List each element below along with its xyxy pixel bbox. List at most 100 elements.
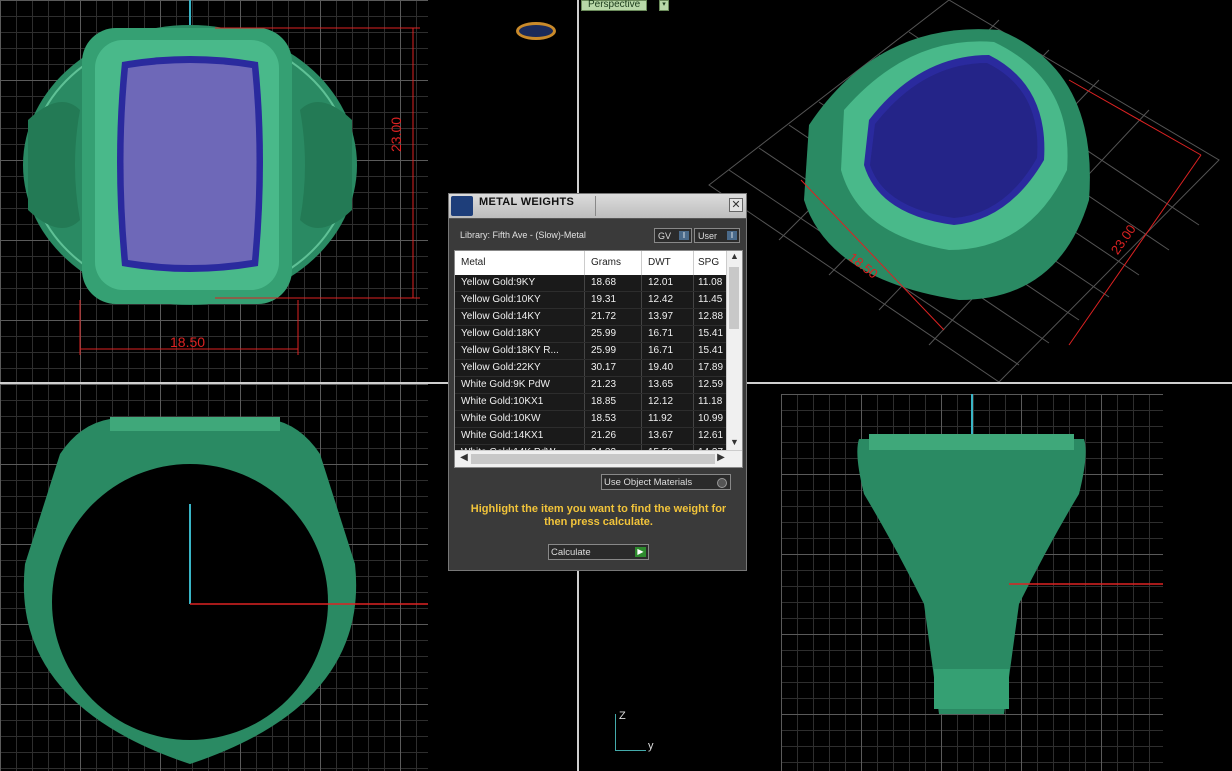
axis-z-label: Z	[619, 710, 626, 722]
table-row[interactable]: Yellow Gold:18KY R... 25.99 16.71 15.41	[455, 343, 727, 360]
table-row[interactable]: Yellow Gold:22KY 30.17 19.40 17.89	[455, 360, 727, 377]
cell-grams: 21.72	[591, 311, 617, 322]
vertical-scroll-thumb[interactable]	[729, 267, 739, 329]
titlebar-divider	[595, 196, 596, 216]
cell-divider	[693, 326, 694, 342]
cell-divider	[641, 343, 642, 359]
calculate-button[interactable]: Calculate ▶	[548, 544, 649, 560]
column-header-dwt[interactable]: DWT	[648, 257, 671, 268]
cell-spg: 17.89	[698, 362, 724, 373]
cell-divider	[641, 309, 642, 325]
gv-toggle[interactable]: GV I	[654, 228, 692, 243]
cell-spg: 11.18	[698, 396, 723, 407]
cell-divider	[584, 377, 585, 393]
horizontal-scroll-thumb[interactable]	[471, 454, 715, 464]
cell-divider	[584, 394, 585, 410]
cell-divider	[693, 377, 694, 393]
viewport-label-perspective[interactable]: Perspective	[581, 0, 648, 11]
cell-spg: 10.99	[698, 413, 724, 424]
cell-metal: Yellow Gold:14KY	[461, 311, 541, 322]
table-row[interactable]: Yellow Gold:18KY 25.99 16.71 15.41	[455, 326, 727, 343]
cell-grams: 30.17	[591, 362, 617, 373]
axis-y-label: y	[648, 740, 654, 752]
cell-spg: 12.61	[698, 430, 724, 441]
cell-dwt: 12.42	[648, 294, 674, 305]
table-row[interactable]: White Gold:10KW 18.53 11.92 10.99	[455, 411, 727, 428]
cell-divider	[641, 411, 642, 427]
cell-dwt: 13.65	[648, 379, 674, 390]
cell-metal: Yellow Gold:22KY	[461, 362, 541, 373]
library-label: Library: Fifth Ave - (Slow)-Metal	[460, 230, 586, 240]
instruction-text: Highlight the item you want to find the …	[470, 503, 727, 528]
cell-metal: Yellow Gold:10KY	[461, 294, 541, 305]
cell-spg: 11.08	[698, 277, 723, 288]
user-toggle-icon: I	[727, 231, 737, 240]
viewport-menu-chevron-icon[interactable]: ▾	[659, 0, 669, 11]
user-toggle[interactable]: User I	[694, 228, 740, 243]
column-header-spg[interactable]: SPG	[698, 257, 719, 268]
cell-spg: 12.59	[698, 379, 724, 390]
cell-dwt: 16.71	[648, 328, 674, 339]
cell-divider	[641, 292, 642, 308]
cell-grams: 21.26	[591, 430, 617, 441]
scroll-down-icon[interactable]: ▼	[727, 437, 742, 451]
dialog-titlebar[interactable]: METAL WEIGHTS ✕	[449, 194, 746, 219]
cell-divider	[693, 292, 694, 308]
cell-metal: Yellow Gold:9KY	[461, 277, 536, 288]
dialog-title: METAL WEIGHTS	[479, 196, 575, 208]
column-divider	[584, 251, 585, 275]
cell-grams: 19.31	[591, 294, 617, 305]
cell-divider	[584, 360, 585, 376]
cell-grams: 25.99	[591, 345, 617, 356]
scroll-up-icon[interactable]: ▲	[727, 251, 742, 265]
cell-spg: 15.41	[698, 345, 724, 356]
cell-dwt: 19.40	[648, 362, 674, 373]
ring-front-render	[23, 0, 420, 355]
gv-toggle-icon: I	[679, 231, 689, 240]
cell-grams: 21.23	[591, 379, 617, 390]
cell-divider	[584, 428, 585, 444]
cell-divider	[693, 394, 694, 410]
radio-icon[interactable]	[717, 478, 727, 488]
table-row[interactable]: White Gold:10KX1 18.85 12.12 11.18	[455, 394, 727, 411]
user-toggle-label: User	[698, 231, 718, 241]
cell-divider	[641, 377, 642, 393]
close-icon[interactable]: ✕	[729, 198, 743, 212]
scroll-left-icon[interactable]: ◀	[457, 452, 471, 466]
viewport-side[interactable]	[0, 384, 428, 771]
play-icon: ▶	[635, 547, 646, 557]
ring-logo-icon[interactable]	[516, 22, 556, 40]
table-row[interactable]: White Gold:9K PdW 21.23 13.65 12.59	[455, 377, 727, 394]
cell-divider	[693, 360, 694, 376]
table-row[interactable]: Yellow Gold:14KY 21.72 13.97 12.88	[455, 309, 727, 326]
dialog-app-icon	[451, 196, 473, 216]
metal-table[interactable]: Metal Grams DWT SPG Yellow Gold:9KY 18.68…	[454, 250, 743, 468]
cell-spg: 12.88	[698, 311, 724, 322]
vertical-scrollbar[interactable]: ▲ ▼	[726, 251, 742, 451]
horizontal-scrollbar[interactable]: ◀ ▶	[455, 450, 742, 467]
column-header-metal[interactable]: Metal	[461, 257, 485, 268]
table-row[interactable]: Yellow Gold:9KY 18.68 12.01 11.08	[455, 275, 727, 292]
cell-divider	[641, 275, 642, 291]
cell-grams: 18.85	[591, 396, 617, 407]
cell-divider	[584, 326, 585, 342]
use-object-materials-option[interactable]: Use Object Materials	[601, 474, 731, 490]
cell-divider	[641, 428, 642, 444]
table-rows: Yellow Gold:9KY 18.68 12.01 11.08 Yellow Go…	[455, 275, 727, 462]
cell-dwt: 12.01	[648, 277, 674, 288]
gv-toggle-label: GV	[658, 231, 672, 241]
cell-dwt: 16.71	[648, 345, 674, 356]
column-header-grams[interactable]: Grams	[591, 257, 621, 268]
cell-dwt: 12.12	[648, 396, 674, 407]
cell-divider	[584, 411, 585, 427]
cell-metal: White Gold:9K PdW	[461, 379, 550, 390]
cell-divider	[693, 309, 694, 325]
cell-divider	[693, 428, 694, 444]
viewport-front[interactable]: 23.00 18.50	[0, 0, 428, 382]
column-divider	[693, 251, 694, 275]
table-row[interactable]: White Gold:14KX1 21.26 13.67 12.61	[455, 428, 727, 445]
scroll-right-icon[interactable]: ▶	[714, 452, 728, 466]
cell-divider	[693, 411, 694, 427]
table-header: Metal Grams DWT SPG	[455, 251, 727, 276]
table-row[interactable]: Yellow Gold:10KY 19.31 12.42 11.45	[455, 292, 727, 309]
